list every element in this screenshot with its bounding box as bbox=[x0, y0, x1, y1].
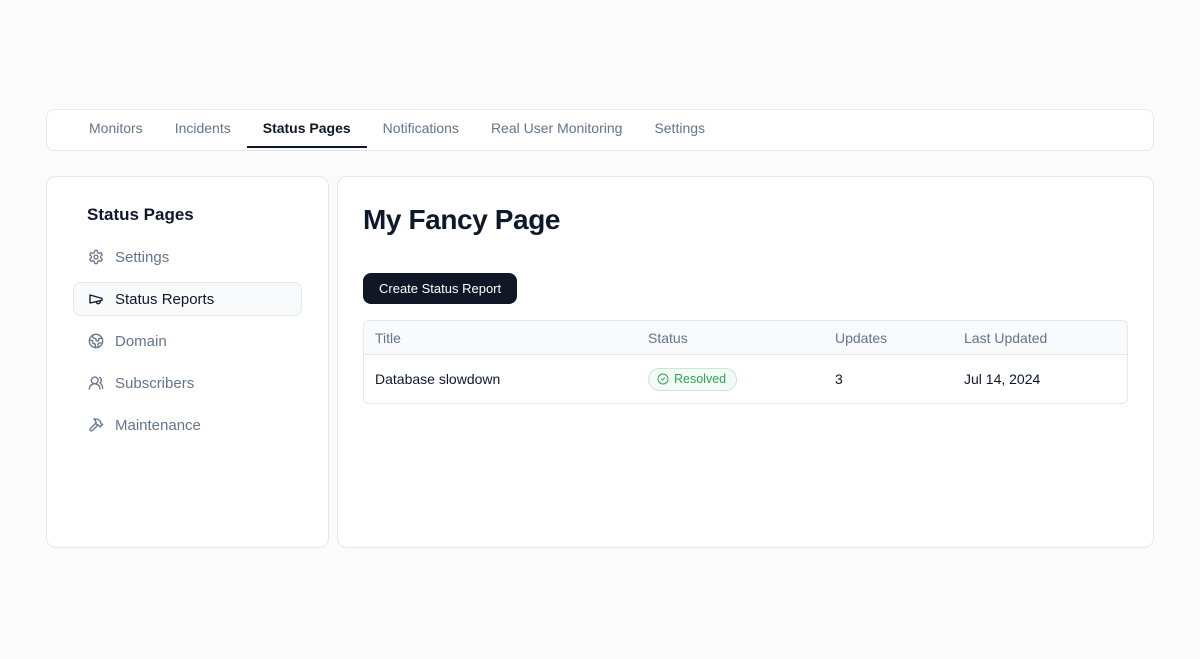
status-reports-table: Title Status Updates Last Updated Databa… bbox=[363, 320, 1128, 404]
tab-real-user-monitoring[interactable]: Real User Monitoring bbox=[475, 110, 639, 148]
top-nav: Monitors Incidents Status Pages Notifica… bbox=[46, 109, 1154, 151]
report-last-updated-cell: Jul 14, 2024 bbox=[953, 371, 1127, 387]
column-header-title: Title bbox=[364, 330, 637, 346]
sidebar-title: Status Pages bbox=[87, 205, 302, 225]
sidebar-item-label: Subscribers bbox=[115, 375, 194, 392]
tab-monitors[interactable]: Monitors bbox=[73, 110, 159, 148]
status-pages-sidebar: Status Pages Settings Status Reports Dom… bbox=[46, 176, 329, 548]
report-status-cell: Resolved bbox=[637, 368, 824, 391]
sidebar-item-label: Domain bbox=[115, 333, 167, 350]
report-title-cell: Database slowdown bbox=[364, 371, 637, 387]
sidebar-item-subscribers[interactable]: Subscribers bbox=[73, 366, 302, 400]
megaphone-icon bbox=[88, 291, 104, 307]
column-header-status: Status bbox=[637, 330, 824, 346]
status-badge: Resolved bbox=[648, 368, 737, 391]
sidebar-item-settings[interactable]: Settings bbox=[73, 240, 302, 274]
tab-incidents[interactable]: Incidents bbox=[159, 110, 247, 148]
tab-notifications[interactable]: Notifications bbox=[367, 110, 475, 148]
create-status-report-button[interactable]: Create Status Report bbox=[363, 273, 517, 304]
globe-icon bbox=[88, 333, 104, 349]
table-header-row: Title Status Updates Last Updated bbox=[364, 321, 1127, 355]
gear-icon bbox=[88, 249, 104, 265]
sidebar-item-status-reports[interactable]: Status Reports bbox=[73, 282, 302, 316]
sidebar-item-label: Status Reports bbox=[115, 291, 214, 308]
tab-status-pages[interactable]: Status Pages bbox=[247, 110, 367, 148]
page-title: My Fancy Page bbox=[363, 203, 1128, 237]
tab-settings[interactable]: Settings bbox=[638, 110, 721, 148]
table-row[interactable]: Database slowdown Resolved 3 Jul 14, 202… bbox=[364, 355, 1127, 403]
hammer-icon bbox=[88, 417, 104, 433]
sidebar-item-label: Settings bbox=[115, 249, 169, 266]
status-badge-label: Resolved bbox=[674, 372, 726, 387]
column-header-last-updated: Last Updated bbox=[953, 330, 1127, 346]
sidebar-item-label: Maintenance bbox=[115, 417, 201, 434]
users-icon bbox=[88, 375, 104, 391]
report-updates-cell: 3 bbox=[824, 371, 953, 387]
main-panel: My Fancy Page Create Status Report Title… bbox=[337, 176, 1154, 548]
check-circle-icon bbox=[657, 373, 669, 385]
sidebar-item-domain[interactable]: Domain bbox=[73, 324, 302, 358]
column-header-updates: Updates bbox=[824, 330, 953, 346]
sidebar-item-maintenance[interactable]: Maintenance bbox=[73, 408, 302, 442]
